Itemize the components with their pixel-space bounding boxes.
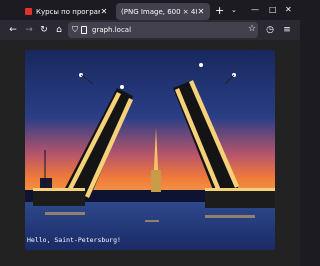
- home-icon[interactable]: ⌂: [53, 24, 65, 36]
- tracking-protection-shield-icon[interactable]: ⛉: [72, 25, 78, 35]
- maximize-icon[interactable]: □: [269, 5, 277, 14]
- tab-strip: Курсы по программиро ✕ (PNG Image, 600 ×…: [0, 0, 300, 20]
- tab-title: Курсы по программиро: [36, 7, 100, 16]
- image-caption: Hello, Saint-Petersburg!: [27, 236, 121, 244]
- bookmark-star-icon[interactable]: ☆: [248, 24, 256, 34]
- site-favicon-icon: [25, 8, 32, 15]
- forward-icon[interactable]: →: [23, 24, 35, 36]
- image-viewer: Hello, Saint-Petersburg!: [0, 40, 300, 266]
- new-tab-button[interactable]: +: [215, 5, 224, 17]
- history-icon[interactable]: ◷: [264, 24, 276, 36]
- page-info-icon[interactable]: [81, 26, 87, 34]
- drawbridge-night-photo: [25, 50, 275, 250]
- window-close-icon[interactable]: ✕: [285, 5, 292, 14]
- menu-icon[interactable]: ≡: [281, 24, 293, 36]
- tab-title: (PNG Image, 600 × 480 pixels): [121, 7, 197, 16]
- minimize-icon[interactable]: —: [251, 5, 259, 14]
- back-icon[interactable]: ←: [7, 24, 19, 36]
- address-bar[interactable]: ⛉ graph.local: [68, 22, 258, 38]
- reload-icon[interactable]: ↻: [38, 24, 50, 36]
- displayed-image: Hello, Saint-Petersburg!: [25, 50, 275, 250]
- tab-close-icon[interactable]: ✕: [197, 7, 205, 16]
- list-all-tabs-icon[interactable]: ⌄: [231, 6, 237, 14]
- tab-png-image[interactable]: (PNG Image, 600 × 480 pixels) ✕: [116, 3, 210, 20]
- url-text[interactable]: graph.local: [92, 26, 131, 34]
- tab-courses[interactable]: Курсы по программиро ✕: [20, 3, 113, 20]
- tab-close-icon[interactable]: ✕: [100, 7, 108, 16]
